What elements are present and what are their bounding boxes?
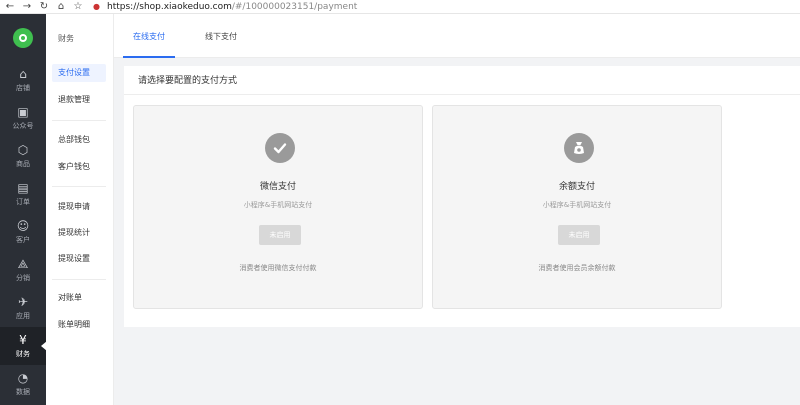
subnav-item-statement[interactable]: 对账单 bbox=[52, 289, 106, 307]
distribution-icon: ⟁ bbox=[17, 257, 29, 271]
payment-method-name: 余额支付 bbox=[558, 182, 595, 192]
home-icon: ⌂ bbox=[19, 67, 27, 81]
subnav-item-refund-management[interactable]: 退款管理 bbox=[52, 91, 106, 109]
subnav-item-withdraw-stats[interactable]: 提现统计 bbox=[52, 224, 106, 242]
data-chart-icon: ◔ bbox=[17, 371, 29, 385]
rail-item-label: 应用 bbox=[16, 312, 30, 320]
enable-status-button[interactable]: 未启用 bbox=[259, 225, 301, 245]
reload-icon[interactable]: ↻ bbox=[37, 1, 51, 12]
browser-toolbar: ← → ↻ ⌂ ☆ ● https://shop.xiaokeduo.com/#… bbox=[0, 0, 800, 14]
rail-item-data[interactable]: ◔ 数据 bbox=[0, 365, 46, 403]
product-box-icon: ⬡ bbox=[17, 143, 29, 157]
payment-method-name: 微信支付 bbox=[259, 182, 296, 192]
subnav-item-withdraw-settings[interactable]: 提现设置 bbox=[52, 250, 106, 268]
rail-item-customers[interactable]: ☺ 客户 bbox=[0, 213, 46, 251]
balance-pay-card[interactable]: 余额支付 小程序&手机网站支付 未启用 消费者使用会员余额付款 bbox=[432, 105, 722, 309]
app-logo[interactable] bbox=[13, 28, 33, 48]
subnav-item-bill-details[interactable]: 账单明细 bbox=[52, 316, 106, 334]
rail-item-label: 客户 bbox=[16, 236, 30, 244]
subnav-divider bbox=[52, 120, 106, 121]
rail-item-label: 财务 bbox=[16, 350, 30, 358]
order-document-icon: ▤ bbox=[17, 181, 29, 195]
rail-item-label: 店铺 bbox=[16, 84, 30, 92]
balance-bag-icon bbox=[564, 133, 594, 163]
subnav-item-payment-settings[interactable]: 支付设置 bbox=[52, 64, 106, 82]
payment-method-note: 消费者使用微信支付付款 bbox=[239, 264, 317, 272]
site-info-icon[interactable]: ● bbox=[93, 2, 103, 12]
customer-icon: ☺ bbox=[16, 219, 30, 233]
rail-item-label: 订单 bbox=[16, 198, 30, 206]
bookmark-icon[interactable]: ☆ bbox=[71, 1, 85, 12]
rail-item-official-account[interactable]: ▣ 公众号 bbox=[0, 99, 46, 137]
rail-item-finance[interactable]: ¥ 财务 bbox=[0, 327, 47, 365]
subnav-item-withdraw-request[interactable]: 提现申请 bbox=[52, 198, 106, 216]
url-path: /#/100000023151/payment bbox=[231, 1, 358, 12]
rail-item-label: 数据 bbox=[16, 388, 30, 396]
rail-item-label: 公众号 bbox=[12, 122, 34, 130]
forward-icon[interactable]: → bbox=[20, 1, 34, 12]
subnav-divider bbox=[52, 279, 106, 280]
panel-divider bbox=[124, 94, 800, 95]
tab-offline-payment[interactable]: 线下支付 bbox=[205, 14, 237, 58]
enable-status-button[interactable]: 未启用 bbox=[558, 225, 600, 245]
payment-method-panel: 请选择要配置的支付方式 微信支付 小程序&手机网站支付 未启用 消费者使用微信支… bbox=[124, 66, 800, 327]
payment-method-desc: 小程序&手机网站支付 bbox=[243, 201, 313, 209]
address-bar[interactable]: https://shop.xiaokeduo.com/#/10000002315… bbox=[107, 2, 357, 12]
tab-online-payment[interactable]: 在线支付 bbox=[123, 14, 175, 58]
subnav-item-customer-wallet[interactable]: 客户钱包 bbox=[52, 158, 106, 176]
rail-item-orders[interactable]: ▤ 订单 bbox=[0, 175, 46, 213]
wechat-check-icon bbox=[265, 133, 295, 163]
home-browser-icon[interactable]: ⌂ bbox=[54, 1, 68, 12]
rail-item-label: 商品 bbox=[16, 160, 30, 168]
official-account-icon: ▣ bbox=[17, 105, 29, 119]
finance-subnav: 财务 支付设置 退款管理 总部钱包 客户钱包 提现申请 提现统计 提现设置 对账… bbox=[46, 14, 114, 405]
panel-heading: 请选择要配置的支付方式 bbox=[138, 76, 238, 86]
rail-item-distribution[interactable]: ⟁ 分销 bbox=[0, 251, 46, 289]
rail-item-products[interactable]: ⬡ 商品 bbox=[0, 137, 46, 175]
payment-method-note: 消费者使用会员余额付款 bbox=[538, 264, 616, 272]
back-icon[interactable]: ← bbox=[3, 1, 17, 12]
app-rocket-icon: ✈ bbox=[17, 295, 29, 309]
subnav-divider bbox=[52, 186, 106, 187]
finance-yen-icon: ¥ bbox=[19, 333, 27, 347]
payment-method-desc: 小程序&手机网站支付 bbox=[542, 201, 612, 209]
subnav-title: 财务 bbox=[58, 34, 74, 43]
rail-item-store[interactable]: ⌂ 店铺 bbox=[0, 61, 46, 99]
payment-tabs: 在线支付 线下支付 bbox=[114, 14, 800, 58]
rail-item-label: 分销 bbox=[16, 274, 30, 282]
wechat-pay-card[interactable]: 微信支付 小程序&手机网站支付 未启用 消费者使用微信支付付款 bbox=[133, 105, 423, 309]
url-host: https://shop.xiaokeduo.com bbox=[107, 1, 232, 12]
subnav-item-hq-wallet[interactable]: 总部钱包 bbox=[52, 131, 106, 149]
main-rail: ⌂ 店铺 ▣ 公众号 ⬡ 商品 ▤ 订单 ☺ 客户 ⟁ 分销 ✈ 应用 ¥ 财务… bbox=[0, 14, 47, 405]
rail-item-apps[interactable]: ✈ 应用 bbox=[0, 289, 46, 327]
